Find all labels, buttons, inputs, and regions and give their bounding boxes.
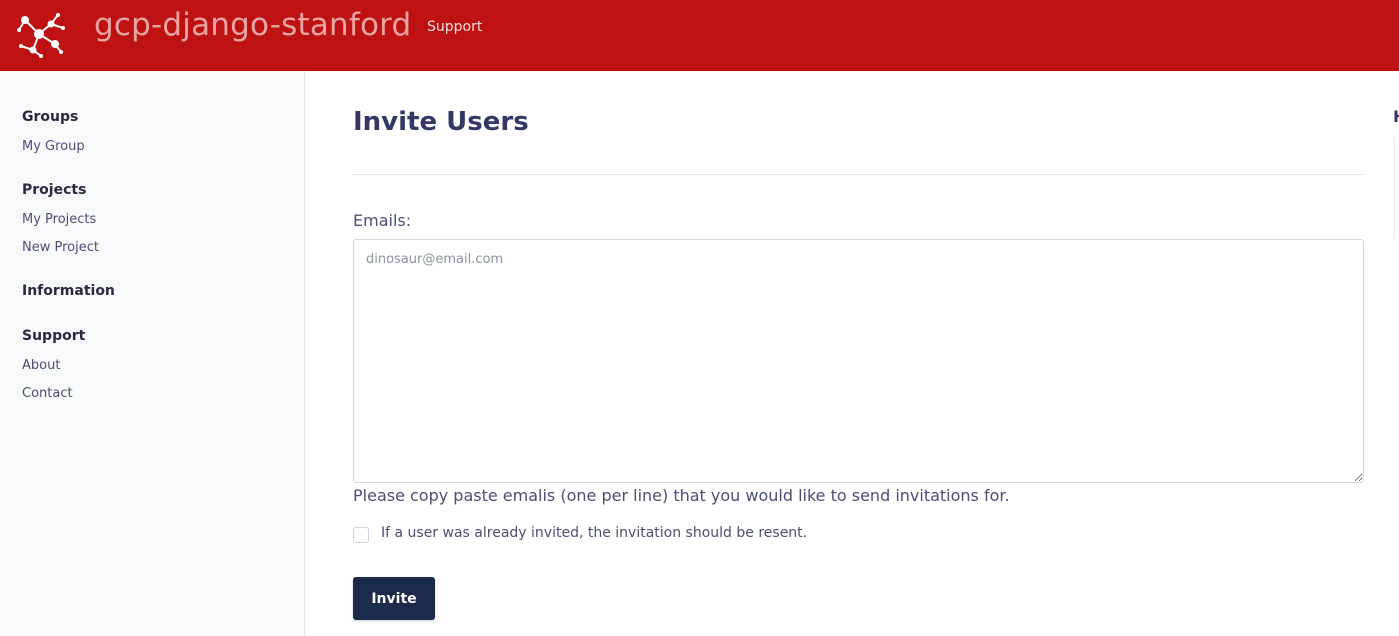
emails-textarea[interactable] (353, 239, 1364, 483)
right-panel-heading-partial: H (1393, 107, 1399, 126)
sidebar-item-new-project[interactable]: New Project (22, 240, 99, 255)
main-content: Invite Users Emails: Please copy paste e… (305, 71, 1399, 636)
resend-invitation-checkbox[interactable] (353, 527, 369, 543)
sidebar-item-my-group[interactable]: My Group (22, 139, 85, 154)
sidebar-heading-information[interactable]: Information (22, 283, 115, 299)
sidebar: Groups My Group Projects My Projects New… (0, 71, 305, 636)
top-navbar: gcp-django-stanford Support (0, 0, 1399, 71)
sidebar-item-about[interactable]: About (22, 358, 60, 373)
emails-label: Emails: (353, 211, 412, 230)
right-panel-border (1394, 137, 1395, 239)
nav-support-link[interactable]: Support (427, 19, 482, 35)
network-graph-logo-icon[interactable] (11, 6, 67, 62)
sidebar-heading-support: Support (22, 328, 86, 344)
sidebar-item-my-projects[interactable]: My Projects (22, 212, 96, 227)
title-divider (353, 174, 1364, 175)
emails-help-text: Please copy paste emalis (one per line) … (353, 486, 1010, 505)
sidebar-heading-groups: Groups (22, 109, 79, 125)
resend-invitation-label[interactable]: If a user was already invited, the invit… (381, 525, 807, 541)
invite-button[interactable]: Invite (353, 577, 435, 620)
sidebar-heading-projects: Projects (22, 182, 87, 198)
site-title[interactable]: gcp-django-stanford (94, 7, 411, 43)
sidebar-item-contact[interactable]: Contact (22, 386, 73, 401)
page-title: Invite Users (353, 107, 529, 137)
